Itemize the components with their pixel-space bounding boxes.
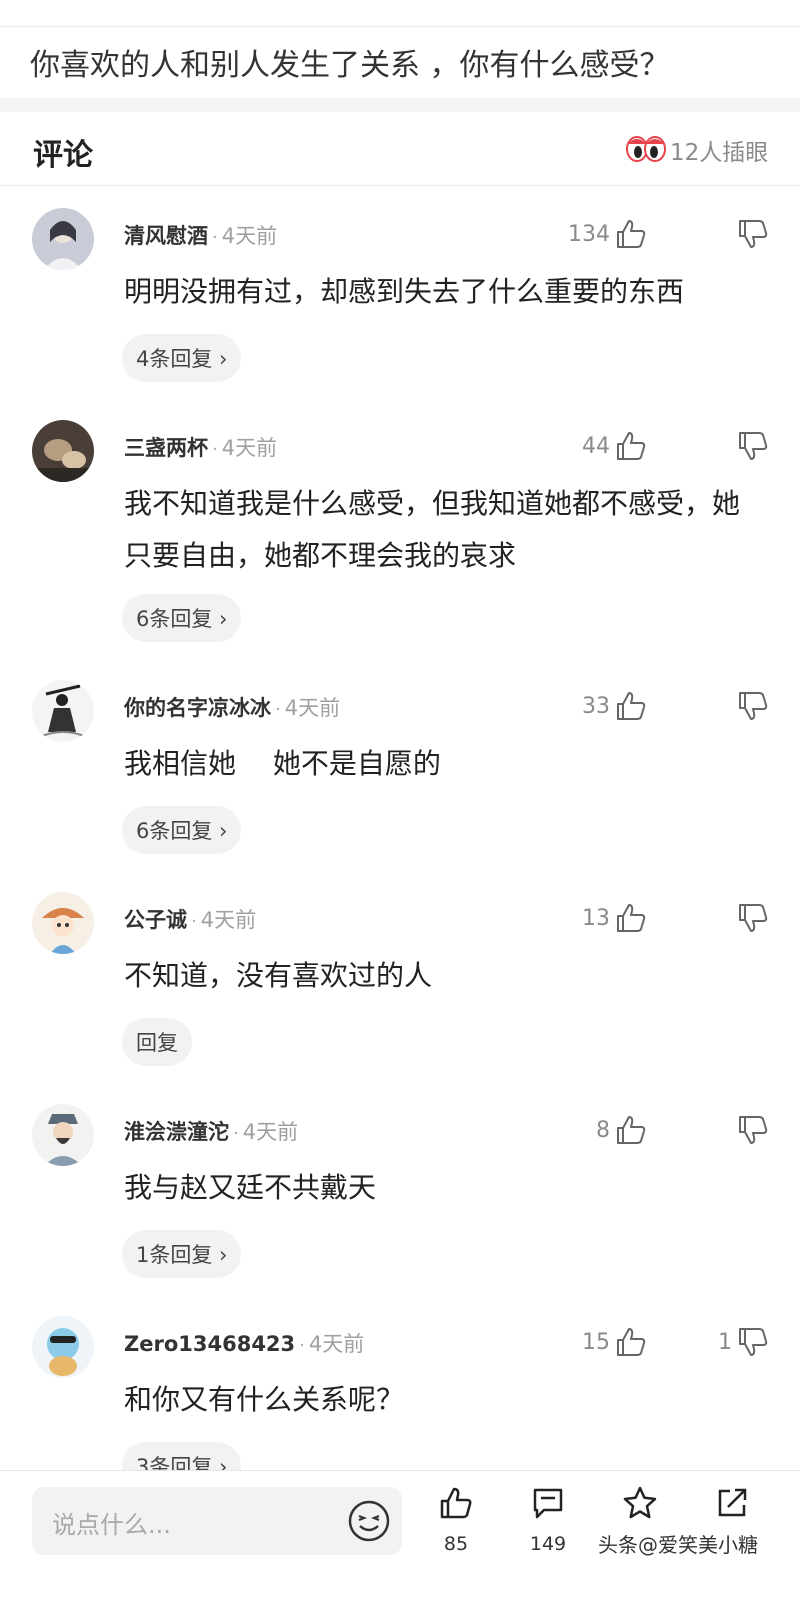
thumbs-down-icon — [739, 692, 768, 720]
comment-header: 淮浍漴潼沱 · 4天前 — [124, 1116, 298, 1150]
like-count: 33 — [582, 693, 610, 719]
thumbs-up-icon — [440, 1487, 472, 1519]
timestamp: 4天前 — [242, 1120, 299, 1144]
thumbs-down-icon — [739, 1116, 768, 1144]
comment-text: 我不知道我是什么感受，但我知道她都不感受，她只要自由，她都不理会我的哀求 — [124, 487, 741, 572]
dislike-button[interactable]: 1 — [718, 1322, 770, 1362]
username[interactable]: 清风慰酒 — [124, 224, 208, 248]
dislike-count: 1 — [718, 1329, 732, 1355]
thumbs-up-icon — [617, 220, 646, 248]
like-count: 44 — [582, 433, 610, 459]
timestamp: 4天前 — [308, 1332, 365, 1356]
timestamp: 4天前 — [221, 436, 278, 460]
thumbs-up-icon — [617, 692, 646, 720]
username[interactable]: 公子诚 — [124, 908, 187, 932]
comment-text: 不知道，没有喜欢过的人 — [124, 959, 433, 992]
timestamp: 4天前 — [200, 908, 257, 932]
reply-button[interactable]: 1条回复 › — [122, 1230, 242, 1278]
separator-dot: · — [212, 227, 218, 248]
reply-button[interactable]: 回复 — [122, 1018, 192, 1066]
watermark-text: 头条@爱笑美小糖 — [598, 1533, 758, 1557]
avatar[interactable] — [32, 892, 94, 954]
reply-button[interactable]: 6条回复 › — [122, 806, 242, 854]
star-icon — [623, 1486, 657, 1519]
avatar[interactable] — [32, 680, 94, 742]
separator-dot: · — [233, 1123, 239, 1144]
like-count: 15 — [582, 1329, 610, 1355]
like-action[interactable]: 85 — [426, 1485, 486, 1585]
thumbs-down-icon — [739, 220, 768, 248]
like-button[interactable]: 134 — [568, 214, 648, 254]
comment-action[interactable]: 149 — [518, 1485, 578, 1585]
avatar[interactable] — [32, 208, 94, 270]
comment-text: 我相信她 她不是自愿的 — [124, 747, 441, 780]
thumbs-up-icon — [617, 1328, 646, 1356]
like-button[interactable]: 8 — [596, 1110, 648, 1150]
dislike-button[interactable] — [732, 898, 770, 938]
comments-header: 评论 12人插眼 — [0, 112, 800, 186]
like-button[interactable]: 44 — [582, 426, 648, 466]
comment-text: 我与赵又廷不共戴天 — [124, 1171, 377, 1204]
thumbs-down-icon — [739, 904, 768, 932]
share-icon — [718, 1488, 747, 1517]
smiley-face-icon[interactable] — [347, 1499, 391, 1543]
comments-title: 评论 — [33, 138, 93, 173]
separator-dot: · — [191, 911, 197, 932]
separator-dot: · — [212, 439, 218, 460]
comment-header: 公子诚 · 4天前 — [124, 904, 256, 938]
thumbs-up-icon — [617, 1116, 646, 1144]
comment-text: 和你又有什么关系呢？ — [124, 1383, 405, 1416]
comment-header: 你的名字凉冰冰 · 4天前 — [124, 692, 340, 726]
thumbs-down-icon — [739, 1328, 768, 1356]
eyes-icon[interactable] — [626, 134, 666, 164]
thumbs-up-icon — [617, 904, 646, 932]
reply-button[interactable]: 6条回复 › — [122, 594, 242, 642]
like-button[interactable]: 13 — [582, 898, 648, 938]
comment-text: 明明没拥有过，却感到失去了什么重要的东西 — [124, 275, 685, 308]
thumbs-down-icon — [739, 432, 768, 460]
dislike-button[interactable] — [732, 214, 770, 254]
username[interactable]: 你的名字凉冰冰 — [124, 696, 271, 720]
dislike-button[interactable] — [732, 686, 770, 726]
username[interactable]: 淮浍漴潼沱 — [124, 1120, 229, 1144]
section-gap — [0, 98, 800, 112]
timestamp: 4天前 — [221, 224, 278, 248]
comment-header: Zero13468423 · 4天前 — [124, 1328, 364, 1362]
like-count: 13 — [582, 905, 610, 931]
comment-input-placeholder: 说点什么... — [52, 1511, 171, 1539]
comment-action-count: 149 — [529, 1533, 567, 1555]
username[interactable]: 三盏两杯 — [124, 436, 208, 460]
separator-dot: · — [275, 699, 281, 720]
separator-dot: · — [299, 1335, 305, 1356]
viewers-count-text[interactable]: 12人插眼 — [670, 133, 768, 167]
reply-button[interactable]: 4条回复 › — [122, 334, 242, 382]
comment-header: 清风慰酒 · 4天前 — [124, 220, 277, 254]
dislike-button[interactable] — [732, 1110, 770, 1150]
avatar[interactable] — [32, 1316, 94, 1378]
avatar[interactable] — [32, 420, 94, 482]
like-button[interactable]: 15 — [582, 1322, 648, 1362]
thumbs-up-icon — [617, 432, 646, 460]
avatar[interactable] — [32, 1104, 94, 1166]
question-title[interactable]: 你喜欢的人和别人发生了关系 ，你有什么感受？ — [30, 40, 770, 92]
dislike-button[interactable] — [732, 426, 770, 466]
username[interactable]: Zero13468423 — [124, 1332, 295, 1356]
top-divider — [0, 26, 800, 27]
bottom-action-bar: 说点什么... 85 149 头条@爱笑美小糖 — [0, 1470, 800, 1597]
comment-bubble-icon — [533, 1488, 563, 1519]
like-button[interactable]: 33 — [582, 686, 648, 726]
comment-header: 三盏两杯 · 4天前 — [124, 432, 277, 466]
like-count: 134 — [568, 221, 610, 247]
like-action-count: 85 — [443, 1533, 469, 1555]
comment-input[interactable]: 说点什么... — [32, 1487, 402, 1555]
timestamp: 4天前 — [284, 696, 341, 720]
like-count: 8 — [596, 1117, 610, 1143]
